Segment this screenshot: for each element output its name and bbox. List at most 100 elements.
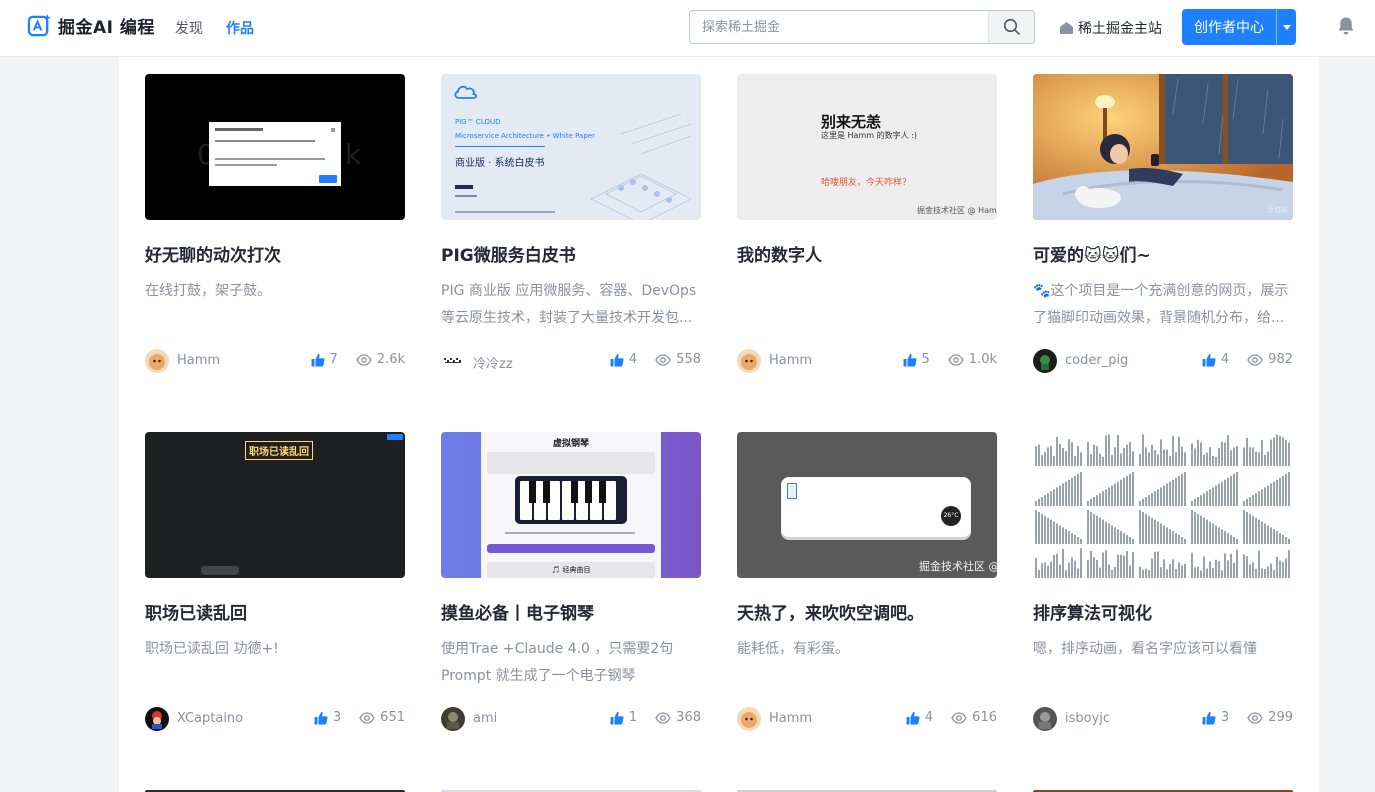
sorting-bar bbox=[1151, 493, 1153, 506]
work-thumbnail[interactable]: 别来无恙 这里是 Hamm 的数字人 :) 哈喽朋友，今天咋样？ 掘金技术社区 … bbox=[737, 74, 997, 220]
nav-discover[interactable]: 发现 bbox=[175, 18, 203, 38]
sorting-bar bbox=[1074, 560, 1076, 578]
author-avatar[interactable] bbox=[1033, 349, 1057, 373]
author-name[interactable]: Hamm bbox=[177, 353, 220, 368]
thumbs-up-icon[interactable] bbox=[1202, 353, 1216, 367]
sorting-bar bbox=[1102, 519, 1104, 544]
notification-button[interactable] bbox=[1336, 16, 1356, 40]
work-thumbnail[interactable]: 豆包AI bbox=[1033, 74, 1293, 220]
nav-works[interactable]: 作品 bbox=[226, 18, 254, 38]
sorting-bar bbox=[1181, 473, 1183, 506]
digital-human-subtitle: 这里是 Hamm 的数字人 :) bbox=[821, 131, 917, 140]
work-title[interactable]: 职场已读乱回 bbox=[145, 599, 405, 624]
thumbs-up-icon[interactable] bbox=[610, 353, 624, 367]
creator-menu-toggle[interactable] bbox=[1276, 9, 1296, 45]
sorting-bar bbox=[1249, 447, 1251, 466]
thumbs-up-icon[interactable] bbox=[314, 711, 328, 725]
creator-center-button[interactable]: 创作者中心 bbox=[1182, 9, 1296, 45]
author-avatar[interactable] bbox=[1033, 707, 1057, 731]
author-name[interactable]: Hamm bbox=[769, 353, 812, 368]
search-button[interactable] bbox=[988, 11, 1034, 43]
work-title[interactable]: PIG微服务白皮书 bbox=[441, 241, 701, 266]
work-footer: 冷冷zz 4 558 bbox=[441, 349, 701, 373]
sorting-bar bbox=[1267, 566, 1269, 578]
sorting-bar bbox=[1249, 564, 1251, 578]
sorting-bar bbox=[1227, 533, 1229, 544]
work-thumbnail[interactable] bbox=[1033, 432, 1293, 578]
work-title[interactable]: 可爱的🐱🐱们~ bbox=[1033, 241, 1293, 266]
sorting-bar bbox=[1230, 475, 1232, 506]
sorting-bar bbox=[1139, 510, 1141, 544]
author-name[interactable]: 冷冷zz bbox=[473, 353, 513, 372]
sorting-bar bbox=[1181, 536, 1183, 544]
sorting-bar bbox=[1123, 477, 1125, 506]
thumbs-up-icon[interactable] bbox=[903, 353, 917, 367]
sorting-bar bbox=[1099, 493, 1101, 506]
office-input-bar bbox=[201, 566, 239, 575]
author-name[interactable]: coder_pig bbox=[1065, 353, 1128, 368]
author-name[interactable]: ami bbox=[473, 711, 497, 726]
thumbs-up-icon[interactable] bbox=[610, 711, 624, 725]
work-thumbnail[interactable]: 职场已读乱回 bbox=[145, 432, 405, 578]
author-name[interactable]: XCaptaino bbox=[177, 711, 243, 726]
work-title[interactable]: 摸鱼必备丨电子钢琴 bbox=[441, 599, 701, 624]
author-name[interactable]: Hamm bbox=[769, 711, 812, 726]
sorting-bar bbox=[1157, 489, 1159, 506]
thumbs-up-icon[interactable] bbox=[311, 353, 325, 367]
juejin-home-link[interactable]: 稀土掘金主站 bbox=[1059, 18, 1162, 38]
like-count: 1 bbox=[628, 710, 638, 725]
author-name[interactable]: isboyjc bbox=[1065, 711, 1110, 726]
whitepaper-heading: 商业版 · 系统白皮书 bbox=[455, 158, 545, 169]
author-avatar[interactable] bbox=[737, 707, 761, 731]
sorting-bar bbox=[1270, 483, 1272, 506]
thumbs-up-icon[interactable] bbox=[906, 711, 920, 725]
work-title[interactable]: 我的数字人 bbox=[737, 241, 997, 266]
sorting-bar bbox=[1059, 485, 1061, 506]
sorting-bar bbox=[1197, 566, 1199, 578]
author-avatar[interactable] bbox=[441, 707, 465, 731]
sorting-bar bbox=[1068, 479, 1070, 506]
sorting-bar bbox=[1233, 536, 1235, 544]
sorting-bar bbox=[1068, 439, 1070, 466]
work-thumbnail[interactable]: 虚拟钢琴 🎵 经典曲目 bbox=[441, 432, 701, 578]
work-description: 使用Trae +Claude 4.0 ，只需要2句Prompt 就生成了一个电子… bbox=[441, 641, 674, 684]
work-title[interactable]: 排序算法可视化 bbox=[1033, 599, 1293, 624]
sorting-bar bbox=[1215, 456, 1217, 466]
sorting-bar bbox=[1276, 434, 1278, 466]
sorting-bar bbox=[1053, 555, 1055, 578]
author-avatar[interactable] bbox=[441, 349, 465, 373]
sorting-bar bbox=[1139, 500, 1141, 506]
sorting-bar bbox=[1145, 513, 1147, 544]
sorting-bar bbox=[1276, 531, 1278, 544]
search-input[interactable] bbox=[690, 11, 988, 43]
work-stats: 7 2.6k bbox=[311, 352, 405, 367]
thumbs-up-icon[interactable] bbox=[1202, 711, 1216, 725]
sorting-bar bbox=[1184, 563, 1186, 578]
view-count: 368 bbox=[676, 710, 701, 725]
sorting-bar bbox=[1044, 515, 1046, 544]
whitepaper-subtitle: Microservice Architecture • White Paper bbox=[455, 132, 595, 140]
work-title[interactable]: 天热了，来吹吹空调吧。 bbox=[737, 599, 997, 624]
work-title[interactable]: 好无聊的动次打次 bbox=[145, 241, 405, 266]
author-avatar[interactable] bbox=[145, 707, 169, 731]
brand-logo[interactable]: 掘金AI 编程 bbox=[27, 13, 155, 38]
sorting-bar bbox=[1273, 481, 1275, 506]
work-stats: 4 982 bbox=[1202, 352, 1293, 367]
sorting-bar bbox=[1105, 550, 1107, 578]
sorting-bar bbox=[1053, 456, 1055, 466]
author-avatar[interactable] bbox=[145, 349, 169, 373]
sorting-bar bbox=[1102, 456, 1104, 466]
work-thumbnail[interactable]: PIG™ CLOUD Microservice Architecture • W… bbox=[441, 74, 701, 220]
sorting-bar bbox=[1062, 548, 1064, 578]
sorting-bar bbox=[1047, 565, 1049, 578]
sorting-bar bbox=[1218, 527, 1220, 544]
work-thumbnail[interactable]: 26°C 掘金技术社区 @ bbox=[737, 432, 997, 578]
sorting-bar bbox=[1184, 472, 1186, 506]
sorting-bar bbox=[1221, 570, 1223, 578]
work-thumbnail[interactable]: 0 k bbox=[145, 74, 405, 220]
sorting-bar bbox=[1148, 452, 1150, 466]
sorting-bar bbox=[1206, 519, 1208, 544]
sorting-bar bbox=[1282, 535, 1284, 544]
eye-icon bbox=[655, 711, 671, 724]
author-avatar[interactable] bbox=[737, 349, 761, 373]
